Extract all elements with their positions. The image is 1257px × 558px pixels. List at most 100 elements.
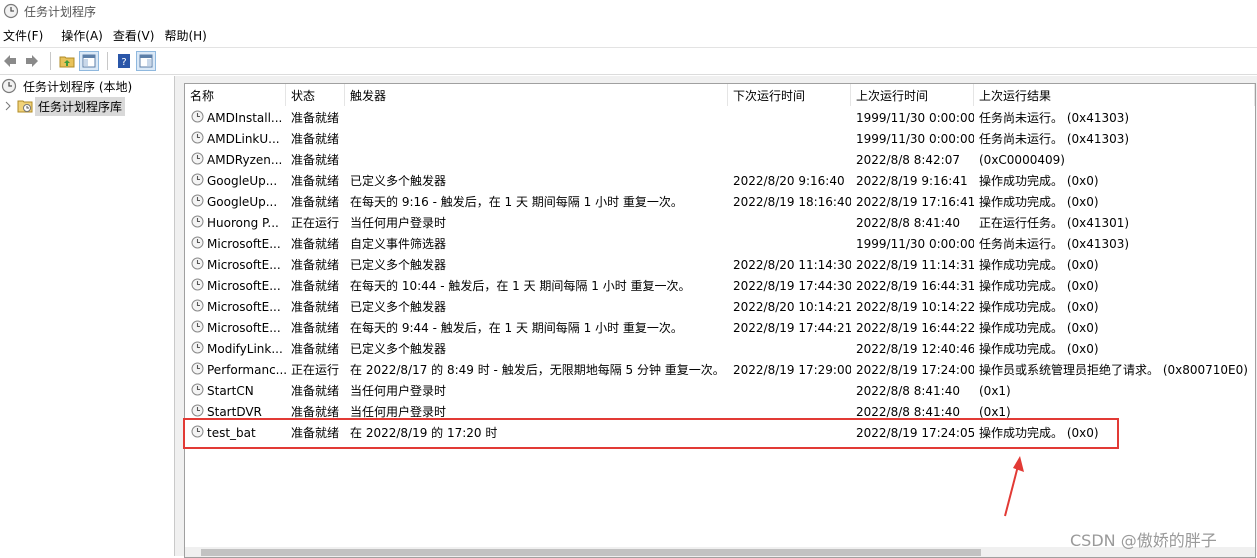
- task-last-run: 2022/8/19 17:24:00: [856, 362, 974, 377]
- task-row[interactable]: MicrosoftE... 准备就绪 在每天的 10:44 - 触发后，在 1 天 …: [185, 275, 1255, 296]
- task-name: GoogleUp...: [191, 191, 287, 212]
- task-trigger: 当任何用户登录时: [350, 216, 447, 230]
- task-last-run: 1999/11/30 0:00:00: [856, 236, 974, 251]
- col-name-header[interactable]: 名称: [185, 84, 286, 106]
- task-last-run: 2022/8/8 8:41:40: [856, 215, 960, 230]
- task-last-result: (0x1): [979, 383, 1011, 398]
- menu-file[interactable]: 文件(F): [0, 27, 50, 44]
- task-row[interactable]: StartCN 准备就绪 当任何用户登录时 2022/8/8 8:41:40 (0x1): [185, 380, 1255, 401]
- menu-action[interactable]: 操作(A): [58, 27, 110, 44]
- task-row[interactable]: AMDLinkU... 准备就绪 1999/11/30 0:00:00 任务尚未运行。…: [185, 128, 1255, 149]
- action-pane-icon: [139, 54, 153, 68]
- task-status: 准备就绪: [291, 279, 340, 293]
- task-name-label: ModifyLink...: [207, 341, 283, 356]
- console-tree: 任务计划程序 (本地) 任务计划程序库: [0, 76, 175, 556]
- show-hide-tree-button[interactable]: [79, 51, 99, 71]
- task-last-result: 操作员或系统管理员拒绝了请求。 (0x800710E0): [979, 363, 1248, 377]
- task-row[interactable]: MicrosoftE... 准备就绪 自定义事件筛选器 1999/11/30 0:00…: [185, 233, 1255, 254]
- task-clock-icon: [191, 341, 204, 357]
- task-trigger: 已定义多个触发器: [350, 300, 447, 314]
- task-clock-icon: [191, 383, 204, 399]
- help-button[interactable]: ?: [114, 51, 134, 71]
- task-clock-icon: [191, 152, 204, 168]
- task-last-result: 操作成功完成。 (0x0): [979, 279, 1099, 293]
- task-row[interactable]: Huorong P... 正在运行 当任何用户登录时 2022/8/8 8:41:40…: [185, 212, 1255, 233]
- task-next-run: [733, 233, 851, 254]
- tree-item-label: 任务计划程序 (本地): [23, 79, 133, 94]
- forward-button[interactable]: [22, 51, 42, 71]
- task-clock-icon: [191, 278, 204, 294]
- help-icon: ?: [118, 54, 130, 68]
- task-name: AMDInstall...: [191, 107, 287, 128]
- task-name: StartCN: [191, 380, 287, 401]
- task-name: GoogleUp...: [191, 170, 287, 191]
- col-status-header[interactable]: 状态: [286, 84, 345, 106]
- task-name-label: Performanc...: [207, 362, 287, 377]
- task-trigger: 在每天的 10:44 - 触发后，在 1 天 期间每隔 1 小时 重复一次。: [350, 279, 691, 293]
- tree-item-root[interactable]: 任务计划程序 (本地): [0, 76, 174, 96]
- task-last-result: 任务尚未运行。 (0x41303): [979, 132, 1130, 146]
- task-last-result: 任务尚未运行。 (0x41303): [979, 111, 1130, 125]
- task-trigger: 当任何用户登录时: [350, 384, 447, 398]
- task-last-run: 2022/8/8 8:42:07: [856, 152, 960, 167]
- task-next-run: [733, 107, 851, 128]
- task-trigger: 自定义事件筛选器: [350, 237, 447, 251]
- task-row[interactable]: Performanc... 正在运行在 2022/8/17 的 8:49 时 - …: [185, 359, 1255, 380]
- task-name: MicrosoftE...: [191, 317, 287, 338]
- title-bar: 任务计划程序: [0, 0, 1257, 22]
- scrollbar-thumb[interactable]: [201, 549, 981, 556]
- show-action-pane-button[interactable]: [136, 51, 156, 71]
- task-name-label: Huorong P...: [207, 215, 279, 230]
- task-row[interactable]: AMDRyzen... 准备就绪 2022/8/8 8:42:07 (0xC00004…: [185, 149, 1255, 170]
- task-next-run: 2022/8/19 17:29:00: [733, 362, 851, 377]
- back-button[interactable]: [0, 51, 20, 71]
- up-folder-button[interactable]: [57, 51, 77, 71]
- col-trigger-header[interactable]: 触发器: [345, 84, 728, 106]
- task-trigger: 已定义多个触发器: [350, 342, 447, 356]
- task-row[interactable]: MicrosoftE... 准备就绪 在每天的 9:44 - 触发后，在 1 天 期…: [185, 317, 1255, 338]
- task-next-run: [733, 128, 851, 149]
- task-last-run: 2022/8/19 10:14:22: [856, 299, 974, 314]
- console-tree-icon: [82, 54, 96, 68]
- task-next-run: 2022/8/19 17:44:21: [733, 320, 851, 335]
- col-next-run-header[interactable]: 下次运行时间: [728, 84, 851, 106]
- menu-help[interactable]: 帮助(H): [161, 27, 213, 44]
- task-list-pane: 名称 状态 触发器 下次运行时间 上次运行时间 上次运行结果 AMDInstall... 准…: [181, 76, 1257, 558]
- task-clock-icon: [191, 215, 204, 231]
- tree-item-library[interactable]: 任务计划程序库: [0, 96, 174, 116]
- menu-bar: 文件(F) 操作(A) 查看(V) 帮助(H): [0, 24, 1257, 46]
- chevron-right-icon[interactable]: [4, 101, 12, 111]
- col-last-result-header[interactable]: 上次运行结果: [974, 84, 1255, 106]
- task-row[interactable]: MicrosoftE... 准备就绪 已定义多个触发器 2022/8/20 10:14…: [185, 296, 1255, 317]
- task-status: 正在运行: [291, 363, 340, 377]
- task-row[interactable]: GoogleUp... 准备就绪 已定义多个触发器 2022/8/20 9:16:40…: [185, 170, 1255, 191]
- menu-view[interactable]: 查看(V): [110, 27, 162, 44]
- task-last-run: 1999/11/30 0:00:00: [856, 110, 974, 125]
- task-name-label: AMDLinkU...: [207, 131, 280, 146]
- folder-clock-icon: [17, 100, 33, 113]
- task-name-label: MicrosoftE...: [207, 257, 281, 272]
- task-row[interactable]: GoogleUp... 准备就绪 在每天的 9:16 - 触发后，在 1 天 期间每…: [185, 191, 1255, 212]
- task-row[interactable]: MicrosoftE... 准备就绪 已定义多个触发器 2022/8/20 11:14…: [185, 254, 1255, 275]
- task-next-run: [733, 380, 851, 401]
- task-name: Huorong P...: [191, 212, 287, 233]
- task-row[interactable]: AMDInstall... 准备就绪 1999/11/30 0:00:00 任务尚未运…: [185, 107, 1255, 128]
- task-last-result: 正在运行任务。 (0x41301): [979, 216, 1130, 230]
- task-last-result: (0xC0000409): [979, 152, 1065, 167]
- task-status: 准备就绪: [291, 384, 340, 398]
- task-name-label: StartDVR: [207, 404, 262, 419]
- task-name: MicrosoftE...: [191, 233, 287, 254]
- task-name: MicrosoftE...: [191, 254, 287, 275]
- svg-text:?: ?: [121, 57, 126, 68]
- task-name: MicrosoftE...: [191, 296, 287, 317]
- task-status: 准备就绪: [291, 174, 340, 188]
- task-row[interactable]: ModifyLink... 准备就绪 已定义多个触发器 2022/8/19 12:40…: [185, 338, 1255, 359]
- task-last-result: 任务尚未运行。 (0x41303): [979, 237, 1130, 251]
- toolbar-separator: [107, 52, 108, 70]
- col-last-run-header[interactable]: 上次运行时间: [851, 84, 974, 106]
- task-name: AMDRyzen...: [191, 149, 287, 170]
- task-last-result: 操作成功完成。 (0x0): [979, 321, 1099, 335]
- folder-up-icon: [59, 56, 75, 68]
- task-name-label: AMDInstall...: [207, 110, 283, 125]
- task-clock-icon: [191, 257, 204, 273]
